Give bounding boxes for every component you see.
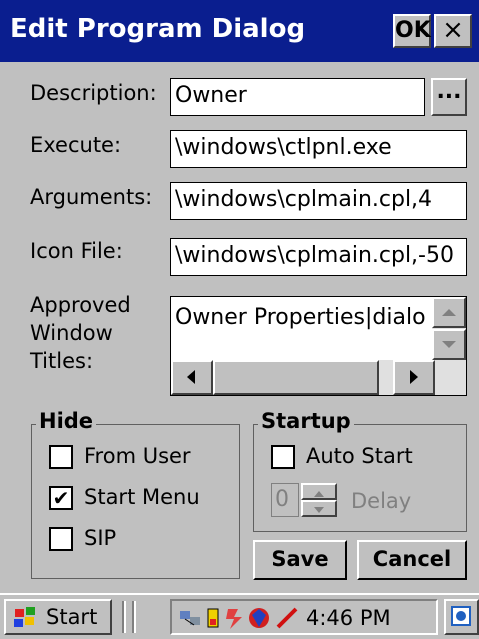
- dialog-title: Edit Program Dialog: [10, 14, 306, 44]
- system-tray: 4:46 PM: [170, 599, 438, 635]
- icon-file-field[interactable]: \windows\cplmain.cpl,-50: [170, 238, 467, 276]
- globe-icon[interactable]: [246, 605, 272, 631]
- approved-label-line2: Window: [30, 321, 113, 345]
- delay-spinner[interactable]: 0: [271, 483, 341, 517]
- arguments-label: Arguments:: [30, 185, 153, 209]
- pen-icon[interactable]: [274, 605, 300, 631]
- taskbar: Start 4:46 PM: [0, 593, 479, 639]
- description-field[interactable]: Owner: [170, 78, 425, 116]
- desktop-icon: [451, 606, 471, 626]
- scroll-right-button[interactable]: [393, 360, 435, 395]
- close-button[interactable]: ×: [434, 14, 472, 48]
- checkmark-icon: ✔: [52, 486, 70, 510]
- separator: [132, 601, 136, 633]
- title-bar: Edit Program Dialog OK ×: [0, 0, 479, 62]
- cancel-button[interactable]: Cancel: [357, 540, 467, 580]
- down-arrow-icon: [442, 341, 456, 348]
- separator: [122, 601, 126, 633]
- hide-group-title: Hide: [36, 409, 97, 433]
- icon-file-label: Icon File:: [30, 239, 123, 263]
- approved-label-line3: Titles:: [30, 349, 94, 373]
- list-item[interactable]: Owner Properties|dialo: [175, 305, 427, 330]
- auto-start-checkbox[interactable]: [271, 445, 295, 469]
- startup-group-title: Startup: [258, 409, 354, 433]
- vertical-scrollbar[interactable]: [432, 297, 466, 360]
- clock[interactable]: 4:46 PM: [306, 603, 391, 633]
- start-button[interactable]: Start: [4, 599, 112, 635]
- start-menu-label: Start Menu: [84, 485, 200, 509]
- horizontal-scrollbar[interactable]: [171, 360, 466, 395]
- up-arrow-icon: [442, 309, 456, 316]
- approved-label-line1: Approved: [30, 293, 131, 317]
- start-menu-checkbox[interactable]: ✔: [49, 486, 73, 510]
- execute-label: Execute:: [30, 133, 122, 157]
- sip-label: SIP: [84, 526, 117, 550]
- sip-checkbox[interactable]: [49, 527, 73, 551]
- browse-button[interactable]: ...: [431, 78, 467, 116]
- down-arrow-icon: [314, 507, 324, 513]
- start-label: Start: [46, 605, 98, 629]
- delay-field[interactable]: 0: [271, 483, 299, 517]
- windows-flag-icon: [14, 607, 35, 627]
- up-arrow-icon: [314, 491, 324, 497]
- delay-label: Delay: [351, 489, 412, 513]
- scroll-left-button[interactable]: [171, 360, 213, 395]
- description-label: Description:: [30, 81, 157, 105]
- spin-up-button[interactable]: [301, 483, 337, 500]
- from-user-checkbox[interactable]: [49, 445, 73, 469]
- scroll-down-button[interactable]: [432, 329, 466, 360]
- desktop-button[interactable]: [444, 599, 479, 635]
- save-button[interactable]: Save: [253, 540, 347, 580]
- arguments-field[interactable]: \windows\cplmain.cpl,4: [170, 182, 467, 220]
- scroll-thumb[interactable]: [213, 360, 379, 395]
- right-arrow-icon: [410, 370, 418, 384]
- execute-field[interactable]: \windows\ctlpnl.exe: [170, 130, 467, 168]
- battery-icon[interactable]: [204, 605, 224, 631]
- from-user-label: From User: [84, 444, 191, 468]
- network-icon[interactable]: [178, 605, 204, 631]
- connection-icon[interactable]: [224, 605, 246, 631]
- scroll-up-button[interactable]: [432, 297, 466, 328]
- ok-button[interactable]: OK: [393, 14, 431, 48]
- auto-start-label: Auto Start: [306, 444, 413, 468]
- spin-down-button[interactable]: [301, 500, 337, 517]
- left-arrow-icon: [187, 370, 195, 384]
- approved-titles-list[interactable]: Owner Properties|dialo: [170, 296, 467, 396]
